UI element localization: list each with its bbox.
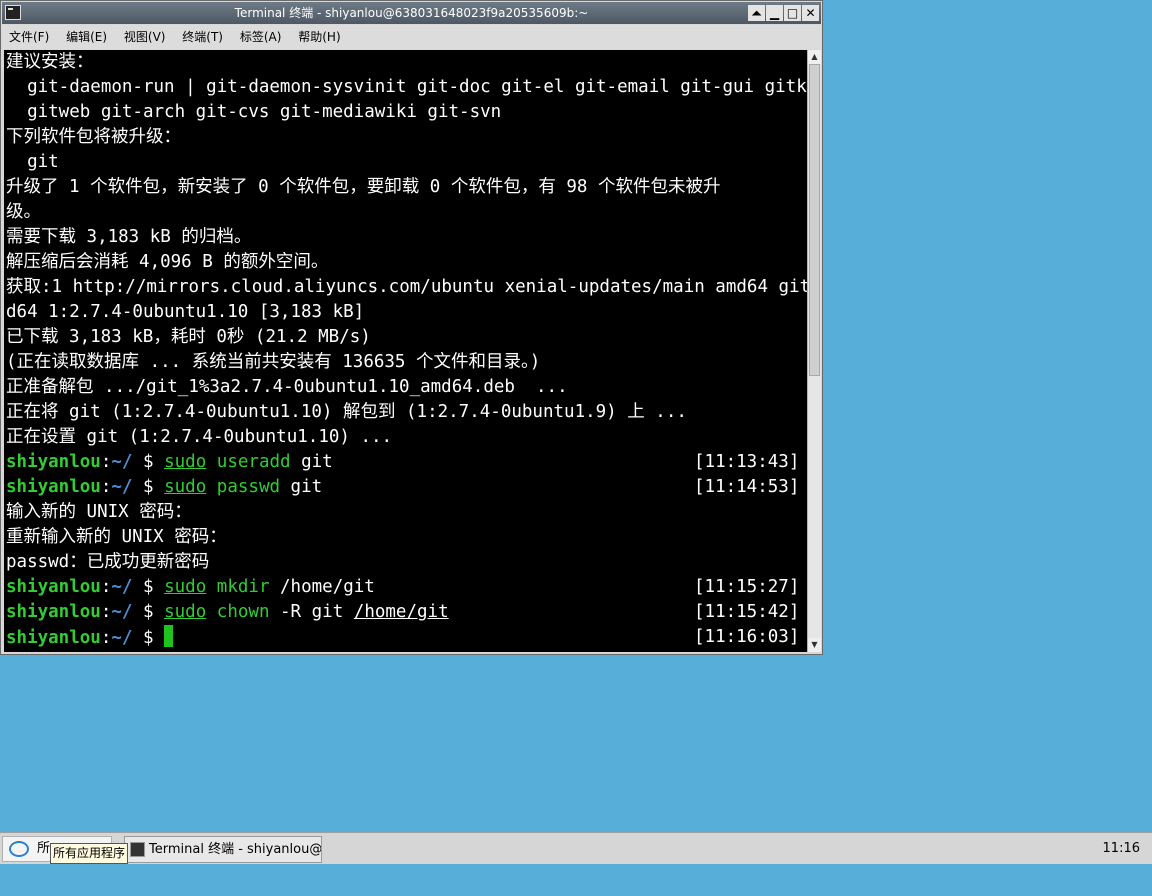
output-line: 输入新的 UNIX 密码： bbox=[6, 502, 192, 522]
menu-edit[interactable]: 编辑(E) bbox=[59, 25, 113, 49]
prompt-colon: : bbox=[100, 477, 112, 497]
prompt-user: shiyanlou bbox=[6, 452, 101, 472]
applications-menu-label: 所 bbox=[37, 841, 51, 856]
output-line: git bbox=[6, 152, 59, 172]
output-line: (正在读取数据库 ... 系统当前共安装有 136635 个文件和目录。) bbox=[6, 352, 541, 372]
command-name: mkdir bbox=[216, 577, 270, 597]
prompt-user: shiyanlou bbox=[6, 577, 101, 597]
command-path: /home/git bbox=[353, 602, 449, 622]
command-args: git bbox=[280, 477, 323, 497]
prompt-user: shiyanlou bbox=[6, 628, 101, 648]
command-line: shiyanlou:~/ $ sudo passwd git [11:14:53] bbox=[4, 475, 807, 500]
command-line: shiyanlou:~/ $ sudo useradd git [11:13:43… bbox=[4, 450, 807, 475]
menu-view[interactable]: 视图(V) bbox=[117, 25, 172, 49]
command-sudo: sudo bbox=[164, 577, 207, 597]
tooltip: 所有应用程序 bbox=[50, 843, 129, 864]
scrollbar-thumb[interactable] bbox=[809, 64, 820, 376]
output-line: 级。 bbox=[6, 202, 41, 222]
output-line: 升级了 1 个软件包，新安装了 0 个软件包，要卸载 0 个软件包，有 98 个… bbox=[6, 177, 721, 197]
command-args: git bbox=[290, 452, 333, 472]
prompt-path: ~/ bbox=[111, 477, 133, 497]
maximize-button[interactable]: □ bbox=[784, 5, 801, 21]
output-line: 已下载 3,183 kB，耗时 0秒 (21.2 MB/s) bbox=[6, 327, 371, 347]
output-line: 正准备解包 .../git_1%3a2.7.4-0ubuntu1.10_amd6… bbox=[6, 377, 568, 397]
menu-help[interactable]: 帮助(H) bbox=[291, 25, 346, 49]
command-name: useradd bbox=[216, 452, 291, 472]
output-line: 下列软件包将被升级： bbox=[6, 127, 181, 147]
applications-menu-icon bbox=[9, 841, 29, 857]
output-line: 正在设置 git (1:2.7.4-0ubuntu1.10) ... bbox=[6, 427, 393, 447]
terminal-output[interactable]: 建议安装： git-daemon-run | git-daemon-sysvin… bbox=[4, 50, 807, 652]
command-timestamp: [11:15:42] bbox=[694, 602, 800, 622]
prompt-symbol: $ bbox=[143, 602, 154, 622]
output-line: gitweb git-arch git-cvs git-mediawiki gi… bbox=[6, 102, 502, 122]
command-line: shiyanlou:~/ $ sudo mkdir /home/git [11:1… bbox=[4, 575, 807, 600]
output-line: git-daemon-run | git-daemon-sysvinit git… bbox=[6, 77, 807, 97]
command-name: passwd bbox=[216, 477, 281, 497]
terminal-window: Terminal 终端 - shiyanlou@638031648023f9a2… bbox=[0, 0, 823, 655]
scroll-down-icon[interactable]: ▼ bbox=[808, 638, 821, 652]
menu-bar: 文件(F) 编辑(E) 视图(V) 终端(T) 标签(A) 帮助(H) bbox=[2, 25, 821, 49]
prompt-colon: : bbox=[100, 628, 112, 648]
menu-tabs[interactable]: 标签(A) bbox=[233, 25, 288, 49]
close-button[interactable]: ✕ bbox=[802, 5, 819, 21]
command-timestamp: [11:16:03] bbox=[694, 627, 800, 647]
menu-terminal[interactable]: 终端(T) bbox=[175, 25, 229, 49]
terminal-scrollbar[interactable]: ▲ ▼ bbox=[807, 50, 821, 652]
prompt-colon: : bbox=[100, 577, 112, 597]
prompt-path: ~/ bbox=[111, 628, 133, 648]
prompt-path: ~/ bbox=[111, 577, 133, 597]
output-line: 解压缩后会消耗 4,096 B 的额外空间。 bbox=[6, 252, 329, 272]
prompt-colon: : bbox=[100, 602, 112, 622]
prompt-symbol: $ bbox=[143, 628, 154, 648]
command-timestamp: [11:15:27] bbox=[694, 577, 800, 597]
prompt-symbol: $ bbox=[143, 577, 154, 597]
window-titlebar[interactable]: Terminal 终端 - shiyanlou@638031648023f9a2… bbox=[2, 2, 821, 24]
window-buttons: ⏶ ▁ □ ✕ bbox=[747, 5, 819, 21]
output-line: passwd：已成功更新密码 bbox=[6, 552, 210, 572]
command-line: shiyanlou:~/ $ sudo chown -R git /home/g… bbox=[4, 600, 807, 625]
prompt-user: shiyanlou bbox=[6, 602, 101, 622]
output-line: 正在将 git (1:2.7.4-0ubuntu1.10) 解包到 (1:2.7… bbox=[6, 402, 687, 422]
prompt-path: ~/ bbox=[111, 602, 133, 622]
active-command-line[interactable]: shiyanlou:~/ $ [11:16:03] bbox=[4, 625, 807, 650]
output-line: 获取:1 http://mirrors.cloud.aliyuncs.com/u… bbox=[6, 277, 807, 297]
prompt-path: ~/ bbox=[111, 452, 133, 472]
output-line: 建议安装： bbox=[6, 52, 94, 72]
command-sudo: sudo bbox=[164, 477, 207, 497]
command-name: chown bbox=[216, 602, 270, 622]
output-line: 重新输入新的 UNIX 密码： bbox=[6, 527, 227, 547]
command-args: -R git bbox=[269, 602, 354, 622]
terminal-task-icon bbox=[130, 842, 145, 857]
clock[interactable]: 11:16 bbox=[1103, 833, 1140, 864]
terminal-app-icon[interactable] bbox=[5, 5, 21, 20]
text-cursor[interactable] bbox=[164, 625, 174, 647]
prompt-symbol: $ bbox=[143, 477, 154, 497]
taskbar-task-label: Terminal 终端 - shiyanlou@··· bbox=[149, 842, 322, 857]
minimize-button[interactable]: ▁ bbox=[766, 5, 783, 21]
prompt-user: shiyanlou bbox=[6, 477, 101, 497]
taskbar-terminal-task[interactable]: Terminal 终端 - shiyanlou@··· bbox=[124, 836, 322, 863]
prompt-symbol: $ bbox=[143, 452, 154, 472]
command-timestamp: [11:14:53] bbox=[694, 477, 800, 497]
command-sudo: sudo bbox=[164, 452, 207, 472]
output-line: d64 1:2.7.4-0ubuntu1.10 [3,183 kB] bbox=[6, 302, 365, 322]
prompt-colon: : bbox=[100, 452, 112, 472]
scroll-up-icon[interactable]: ▲ bbox=[808, 50, 821, 64]
shade-button[interactable]: ⏶ bbox=[748, 5, 765, 21]
window-title: Terminal 终端 - shiyanlou@638031648023f9a2… bbox=[234, 6, 589, 20]
command-sudo: sudo bbox=[164, 602, 207, 622]
command-args: /home/git bbox=[269, 577, 375, 597]
taskbar: 所 Terminal 终端 - shiyanlou@··· 11:16 bbox=[0, 832, 1152, 864]
menu-file[interactable]: 文件(F) bbox=[2, 25, 55, 49]
output-line: 需要下载 3,183 kB 的归档。 bbox=[6, 227, 252, 247]
command-timestamp: [11:13:43] bbox=[694, 452, 800, 472]
